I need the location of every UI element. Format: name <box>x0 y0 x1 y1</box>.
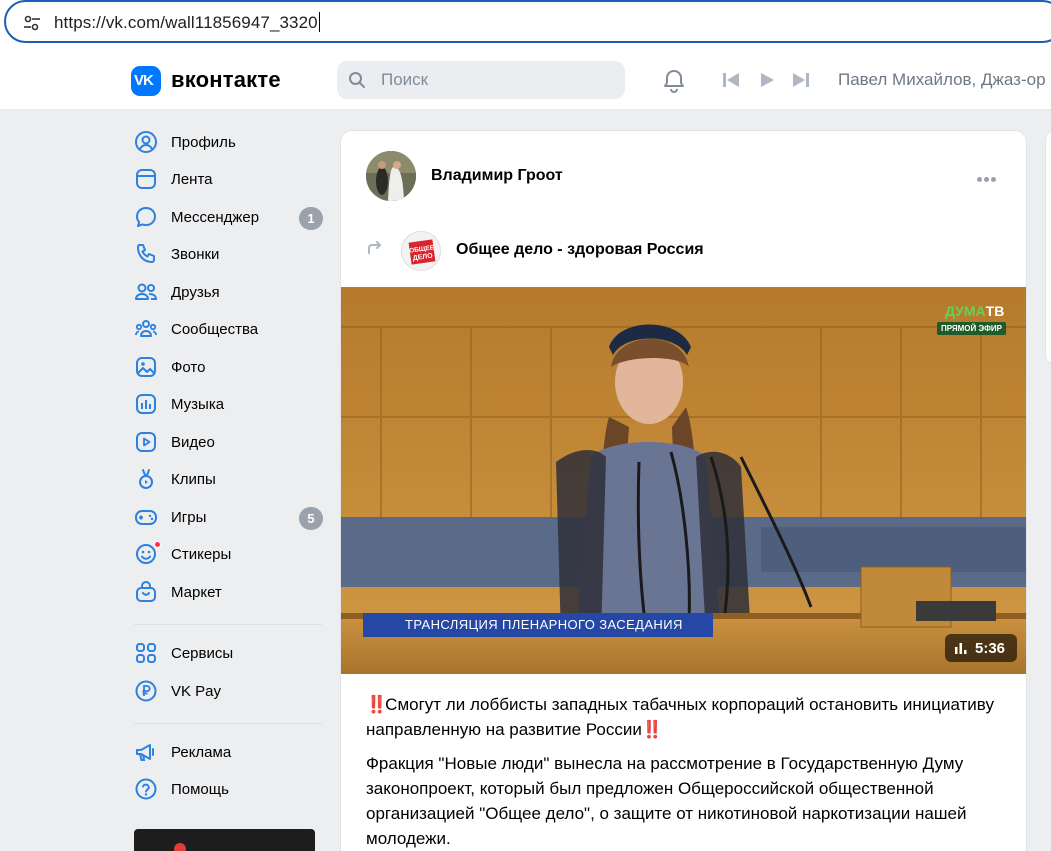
nav-item-games[interactable]: Игры 5 <box>130 499 330 535</box>
messenger-icon <box>136 207 156 227</box>
nav-item-profile[interactable]: Профиль <box>130 124 330 160</box>
repost-source-name[interactable]: Общее дело - здоровая Россия <box>456 241 704 259</box>
search-icon <box>349 72 365 88</box>
unread-badge: 5 <box>299 507 323 530</box>
vk-logo-text[interactable]: вконтакте <box>171 67 281 93</box>
double-exclamation-icon: ‼️ <box>366 695 387 714</box>
profile-icon <box>135 131 157 153</box>
nav-label: VK Pay <box>171 683 222 700</box>
next-track-icon[interactable] <box>792 72 810 88</box>
url-text[interactable]: https://vk.com/wall11856947_3320 <box>54 12 320 33</box>
right-panel-edge <box>1045 130 1051 365</box>
unread-badge: 1 <box>299 207 323 230</box>
channel-logo: ДУМАТВ <box>945 303 1005 319</box>
post-author[interactable]: Владимир Гроот <box>431 167 563 185</box>
nav-label: Лента <box>171 171 213 188</box>
video-player[interactable]: ДУМАТВ ПРЯМОЙ ЭФИР ТРАНСЛЯЦИЯ ПЛЕНАРНОГО… <box>341 287 1026 674</box>
nav-divider <box>134 624 322 625</box>
nav-item-ads[interactable]: Реклама <box>130 734 330 770</box>
nav-item-vkpay[interactable]: VK Pay <box>130 673 330 709</box>
communities-icon <box>135 320 157 337</box>
now-playing-text[interactable]: Павел Михайлов, Джаз-ор <box>838 70 1046 90</box>
music-icon <box>136 394 156 414</box>
promo-banner[interactable] <box>134 829 315 851</box>
nav-item-stickers[interactable]: Стикеры <box>130 536 330 572</box>
nav-item-calls[interactable]: Звонки <box>130 236 330 272</box>
clips-icon <box>139 469 153 489</box>
address-bar[interactable]: https://vk.com/wall11856947_3320 <box>4 0 1051 43</box>
nav-item-video[interactable]: Видео <box>130 424 330 460</box>
nav-item-feed[interactable]: Лента <box>130 161 330 197</box>
nav-label: Мессенджер <box>171 209 260 226</box>
nav-label: Помощь <box>171 781 229 798</box>
group-avatar[interactable]: ОБЩЕЕ ДЕЛО <box>401 231 441 271</box>
browser-toolbar: https://vk.com/wall11856947_3320 <box>0 0 1051 50</box>
nav-item-photo[interactable]: Фото <box>130 349 330 385</box>
nav-label: Игры <box>171 509 207 526</box>
nav-label: Профиль <box>171 134 236 151</box>
games-icon <box>135 510 157 525</box>
nav-label: Музыка <box>171 396 225 413</box>
help-icon <box>135 778 157 800</box>
notification-dot <box>154 541 161 548</box>
services-icon <box>136 643 156 663</box>
video-duration: 5:36 <box>945 634 1017 662</box>
post-card: Владимир Гроот ОБЩЕЕ ДЕЛО Общее дело - з… <box>340 130 1027 851</box>
nav-item-communities[interactable]: Сообщества <box>130 311 330 347</box>
search-box[interactable] <box>337 61 625 99</box>
nav-item-messenger[interactable]: Мессенджер 1 <box>130 199 330 235</box>
market-icon <box>136 581 156 602</box>
post-title: ‼️Смогут ли лоббисты западных табачных к… <box>366 695 994 739</box>
nav-label: Видео <box>171 434 215 451</box>
nav-item-friends[interactable]: Друзья <box>130 274 330 310</box>
ads-icon <box>136 744 154 761</box>
nav-label: Звонки <box>171 246 220 263</box>
nav-label: Друзья <box>171 284 220 301</box>
nav-label: Реклама <box>171 744 232 761</box>
author-avatar[interactable] <box>366 151 416 201</box>
photo-icon <box>136 357 156 377</box>
post-text: Фракция "Новые люди" вынесла на рассмотр… <box>366 754 967 848</box>
nav-label: Сообщества <box>171 321 259 338</box>
vk-logo-icon[interactable]: VK <box>131 66 161 96</box>
vk-header: VK вконтакте Павел Михайлов, Джаз-ор <box>0 50 1051 110</box>
nav-item-market[interactable]: Маркет <box>130 574 330 610</box>
nav-item-help[interactable]: Помощь <box>130 771 330 807</box>
tune-icon[interactable] <box>22 13 42 33</box>
bell-icon[interactable] <box>661 68 687 94</box>
prev-track-icon[interactable] <box>722 72 740 88</box>
nav-divider <box>134 723 322 724</box>
stats-icon <box>955 643 967 654</box>
vkpay-icon <box>135 680 157 702</box>
nav-label: Фото <box>171 359 206 376</box>
live-tag: ПРЯМОЙ ЭФИР <box>937 322 1006 335</box>
nav-label: Клипы <box>171 471 216 488</box>
phone-icon <box>137 244 155 263</box>
friends-icon <box>135 283 158 300</box>
double-exclamation-icon: ‼️ <box>641 720 663 739</box>
feed-icon <box>136 169 156 189</box>
repost-icon <box>368 241 381 254</box>
nav-label: Стикеры <box>171 546 232 563</box>
video-icon <box>136 432 156 452</box>
broadcast-ticker: ТРАНСЛЯЦИЯ ПЛЕНАРНОГО ЗАСЕДАНИЯ <box>363 613 713 637</box>
nav-label: Сервисы <box>171 645 234 662</box>
search-input[interactable] <box>381 69 611 91</box>
more-options-icon[interactable] <box>977 169 1001 182</box>
nav-item-services[interactable]: Сервисы <box>130 635 330 671</box>
nav-item-music[interactable]: Музыка <box>130 386 330 422</box>
nav-item-clips[interactable]: Клипы <box>130 461 330 497</box>
nav-label: Маркет <box>171 584 222 601</box>
play-icon[interactable] <box>759 72 775 88</box>
